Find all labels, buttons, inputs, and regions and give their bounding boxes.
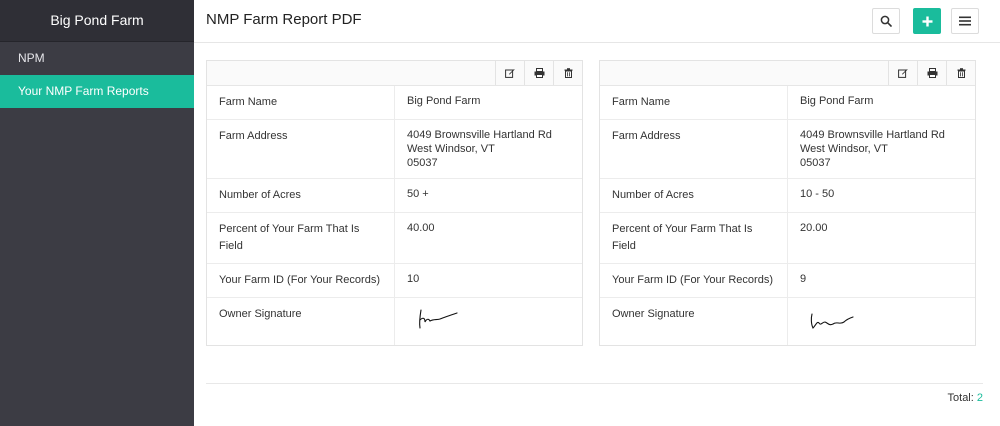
field-value: Big Pond Farm <box>407 95 481 107</box>
sidebar: Big Pond Farm NPM Your NMP Farm Reports <box>0 0 194 426</box>
field-value: 10 <box>407 273 420 285</box>
card-toolbar <box>207 61 582 86</box>
owner-signature-image <box>419 309 458 329</box>
table-row: Number of Acres 50 + <box>207 179 582 213</box>
signature-value <box>788 298 975 345</box>
delete-button[interactable] <box>946 61 975 85</box>
table-row: Farm Name Big Pond Farm <box>600 86 975 120</box>
table-row: Number of Acres 10 - 50 <box>600 179 975 213</box>
field-label: Percent of Your Farm That Is Field <box>207 213 395 263</box>
field-label: Farm Address <box>207 120 395 178</box>
field-label: Owner Signature <box>207 298 395 345</box>
table-row: Percent of Your Farm That Is Field 20.00 <box>600 213 975 264</box>
trash-icon <box>957 68 965 78</box>
field-label: Farm Name <box>600 86 788 119</box>
table-row: Your Farm ID (For Your Records) 10 <box>207 264 582 298</box>
top-bar: NMP Farm Report PDF <box>194 0 1000 43</box>
edit-button[interactable] <box>888 61 917 85</box>
menu-button[interactable] <box>951 8 979 34</box>
total-count: Total: 2 <box>947 392 983 404</box>
field-label: Farm Address <box>600 120 788 178</box>
report-card: Farm Name Big Pond Farm Farm Address 404… <box>599 60 976 346</box>
sidebar-brand[interactable]: Big Pond Farm <box>0 0 194 42</box>
field-label: Your Farm ID (For Your Records) <box>600 264 788 297</box>
print-icon <box>534 68 544 78</box>
owner-signature-image <box>810 313 854 329</box>
field-label: Number of Acres <box>600 179 788 212</box>
trash-icon <box>564 68 572 78</box>
edit-button[interactable] <box>495 61 524 85</box>
card-toolbar <box>600 61 975 86</box>
field-value: 4049 Brownsville Hartland Rd West Windso… <box>800 129 945 169</box>
table-row: Your Farm ID (For Your Records) 9 <box>600 264 975 298</box>
print-button[interactable] <box>917 61 946 85</box>
plus-icon <box>922 16 932 26</box>
field-label: Farm Name <box>207 86 395 119</box>
field-value: 10 - 50 <box>800 188 835 200</box>
table-row: Owner Signature <box>207 298 582 345</box>
table-row: Farm Address 4049 Brownsville Hartland R… <box>207 120 582 179</box>
search-icon <box>880 15 892 27</box>
field-value: 9 <box>800 273 807 285</box>
hamburger-menu-icon <box>959 16 971 26</box>
field-label: Owner Signature <box>600 298 788 345</box>
delete-button[interactable] <box>553 61 582 85</box>
footer-divider <box>206 383 983 384</box>
page-title: NMP Farm Report PDF <box>206 11 362 28</box>
field-label: Your Farm ID (For Your Records) <box>207 264 395 297</box>
table-row: Owner Signature <box>600 298 975 345</box>
table-row: Percent of Your Farm That Is Field 40.00 <box>207 213 582 264</box>
field-value: 40.00 <box>407 222 435 234</box>
field-value: 20.00 <box>800 222 828 234</box>
field-label: Number of Acres <box>207 179 395 212</box>
print-icon <box>927 68 937 78</box>
field-value: 50 + <box>407 188 429 200</box>
edit-icon <box>898 69 908 78</box>
field-value: 4049 Brownsville Hartland Rd West Windso… <box>407 129 552 169</box>
edit-icon <box>505 69 515 78</box>
sidebar-item-npm[interactable]: NPM <box>0 42 194 75</box>
table-row: Farm Name Big Pond Farm <box>207 86 582 120</box>
add-button[interactable] <box>913 8 941 34</box>
print-button[interactable] <box>524 61 553 85</box>
search-button[interactable] <box>872 8 900 34</box>
signature-value <box>395 298 582 345</box>
field-label: Percent of Your Farm That Is Field <box>600 213 788 263</box>
report-card: Farm Name Big Pond Farm Farm Address 404… <box>206 60 583 346</box>
table-row: Farm Address 4049 Brownsville Hartland R… <box>600 120 975 179</box>
sidebar-item-farm-reports[interactable]: Your NMP Farm Reports <box>0 75 194 108</box>
field-value: Big Pond Farm <box>800 95 874 107</box>
main-content: Farm Name Big Pond Farm Farm Address 404… <box>194 43 1000 426</box>
